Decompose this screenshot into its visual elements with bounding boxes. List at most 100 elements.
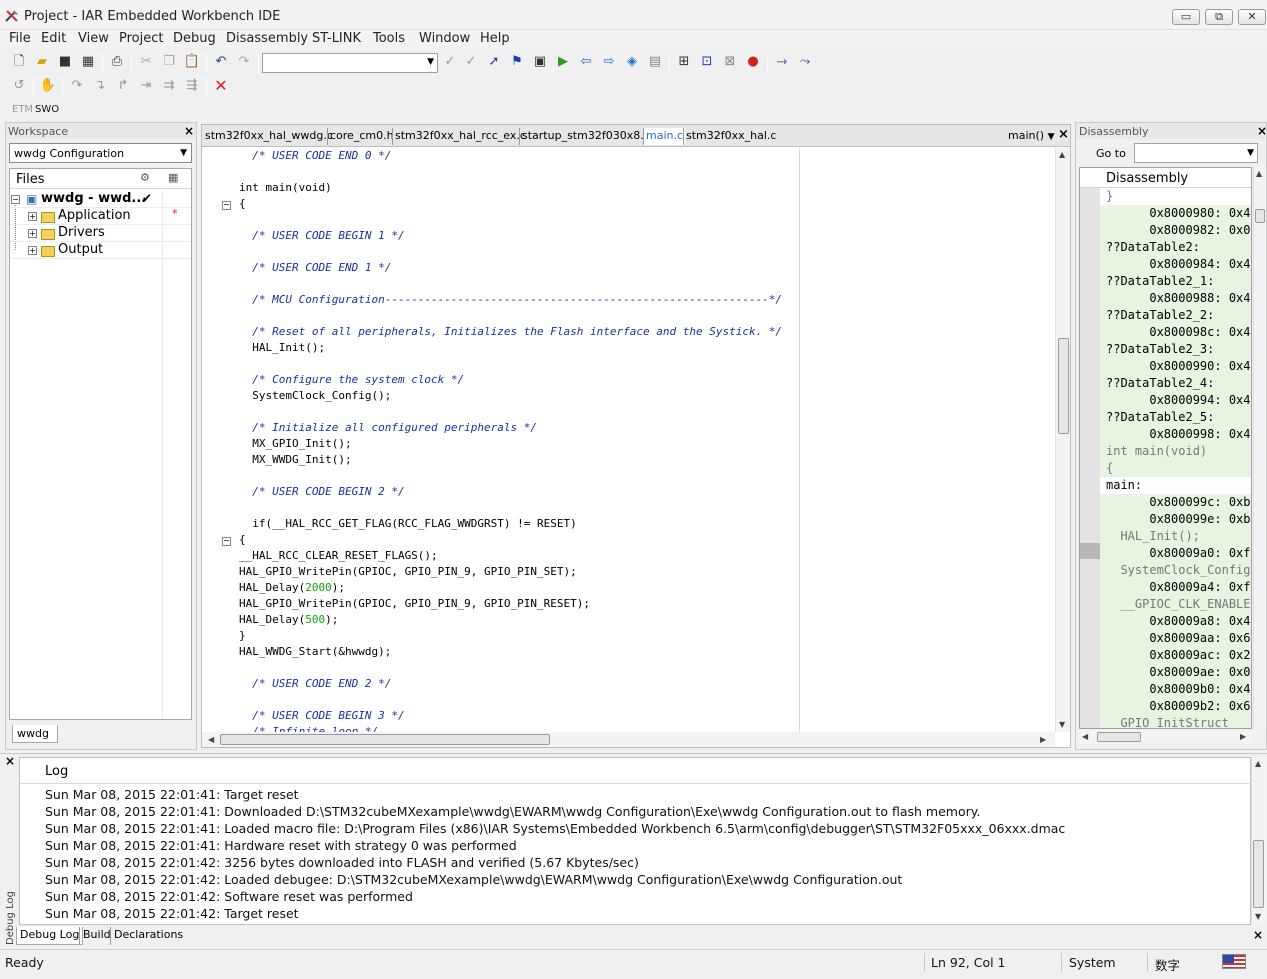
print-button[interactable]: ⎙ bbox=[107, 52, 127, 72]
tab-stm32f0xx-hal-wwdg-c[interactable]: stm32f0xx_hal_wwdg.c bbox=[203, 128, 335, 145]
menu-window[interactable]: Window bbox=[419, 31, 470, 46]
scroll-right-icon[interactable]: ▶ bbox=[1040, 735, 1046, 744]
new-file-button[interactable]: 🗋 bbox=[9, 52, 29, 72]
tab-core-cm0-h[interactable]: core_cm0.h bbox=[327, 128, 396, 145]
step-button[interactable]: ▶ bbox=[553, 52, 573, 72]
scroll-left-icon[interactable]: ◀ bbox=[1082, 732, 1088, 741]
disassembly-horizontal-scrollbar[interactable]: ◀ ▶ bbox=[1079, 730, 1252, 744]
tree-item-drivers[interactable]: + Drivers bbox=[10, 225, 191, 242]
editor-vertical-scrollbar[interactable]: ▲ ▼ bbox=[1055, 148, 1070, 732]
configuration-select[interactable]: wwdg Configuration ▼ bbox=[9, 143, 192, 163]
menu-st-link[interactable]: ST-LINK bbox=[312, 31, 361, 46]
compile-button[interactable]: ◈ bbox=[622, 52, 642, 72]
minimize-button[interactable]: ▭ bbox=[1172, 9, 1200, 25]
menu-project[interactable]: Project bbox=[119, 31, 163, 46]
tab-debug-log[interactable]: Debug Log bbox=[16, 927, 84, 945]
close-editor-tab-button[interactable]: × bbox=[1058, 127, 1069, 142]
language-flag-icon[interactable] bbox=[1222, 954, 1246, 969]
editor-horizontal-scrollbar[interactable]: ◀ ▶ bbox=[202, 732, 1055, 747]
menu-file[interactable]: File bbox=[9, 31, 31, 46]
menu-tools[interactable]: Tools bbox=[373, 31, 405, 46]
undo-button[interactable]: ↶ bbox=[211, 52, 231, 72]
settings-icon[interactable]: ⚙ bbox=[140, 171, 150, 184]
close-workspace-button[interactable]: × bbox=[184, 124, 194, 138]
go-button[interactable]: ⇶ bbox=[182, 76, 202, 96]
scroll-left-icon[interactable]: ◀ bbox=[208, 735, 214, 744]
scroll-down-icon[interactable]: ▼ bbox=[1255, 912, 1261, 921]
navigate-forward-button[interactable]: ⇨ bbox=[599, 52, 619, 72]
scroll-up-icon[interactable]: ▲ bbox=[1256, 169, 1262, 178]
debug-without-download-button[interactable]: ⤳ bbox=[795, 52, 815, 72]
code-area[interactable]: /* USER CODE END 0 */ int main(void) { /* … bbox=[202, 148, 1054, 732]
download-debug-button[interactable]: ⤑ bbox=[772, 52, 792, 72]
scroll-down-icon[interactable]: ▼ bbox=[1059, 720, 1065, 729]
find-next-button[interactable]: ✓ bbox=[461, 52, 481, 72]
tree-item-output[interactable]: + Output bbox=[10, 242, 191, 259]
menu-disassembly[interactable]: Disassembly bbox=[226, 31, 308, 46]
make-button[interactable]: ▤ bbox=[645, 52, 665, 72]
step-out-button[interactable]: ↱ bbox=[113, 76, 133, 96]
menu-edit[interactable]: Edit bbox=[41, 31, 66, 46]
cut-button[interactable]: ✂ bbox=[136, 52, 156, 72]
rebuild-button[interactable]: ⊞ bbox=[674, 52, 694, 72]
columns-icon[interactable]: ▦ bbox=[168, 171, 178, 184]
find-combo[interactable]: ▼ bbox=[262, 53, 438, 73]
disassembly-vertical-scrollbar[interactable]: ▲ bbox=[1253, 167, 1266, 729]
close-log-tabs-button[interactable]: × bbox=[1253, 928, 1263, 942]
reset-button[interactable]: ↺ bbox=[9, 76, 29, 96]
menu-view[interactable]: View bbox=[78, 31, 109, 46]
goto-input[interactable]: ▼ bbox=[1134, 143, 1258, 163]
menu-debug[interactable]: Debug bbox=[173, 31, 216, 46]
scroll-thumb[interactable] bbox=[220, 734, 550, 745]
step-over-button[interactable]: ↷ bbox=[67, 76, 87, 96]
close-window-button[interactable]: ✕ bbox=[1238, 9, 1266, 25]
redo-button[interactable]: ↷ bbox=[234, 52, 254, 72]
scroll-thumb[interactable] bbox=[1058, 338, 1069, 434]
tab-stm32f0xx-hal-c[interactable]: stm32f0xx_hal.c bbox=[683, 128, 778, 145]
scroll-up-icon[interactable]: ▲ bbox=[1255, 759, 1261, 768]
fold-toggle[interactable]: − bbox=[222, 201, 231, 210]
stop-build-button[interactable]: ⊠ bbox=[720, 52, 740, 72]
find-button[interactable]: ✓ bbox=[440, 52, 460, 72]
open-button[interactable]: ▰ bbox=[32, 52, 52, 72]
restore-button[interactable]: ⧉ bbox=[1205, 9, 1233, 25]
tab-declarations[interactable]: Declarations bbox=[110, 927, 186, 945]
close-log-button[interactable]: × bbox=[5, 754, 15, 768]
go-to-button[interactable]: ➚ bbox=[484, 52, 504, 72]
expand-icon[interactable]: + bbox=[28, 212, 37, 221]
disassembly-view[interactable]: Disassembly } 0x8000980: 0x4 0x8000982: … bbox=[1079, 167, 1252, 729]
step-into-button[interactable]: ↴ bbox=[90, 76, 110, 96]
etm-button[interactable]: ETM bbox=[12, 104, 33, 115]
tree-item-application[interactable]: + Application * bbox=[10, 207, 191, 225]
collapse-icon[interactable]: − bbox=[11, 195, 20, 204]
navigate-backward-button[interactable]: ⇦ bbox=[576, 52, 596, 72]
break-button[interactable]: ✋ bbox=[38, 76, 58, 96]
stop-debugging-button[interactable]: ✕ bbox=[211, 76, 231, 96]
menu-help[interactable]: Help bbox=[480, 31, 510, 46]
batch-build-button[interactable]: ⊡ bbox=[697, 52, 717, 72]
log-view[interactable]: Log Sun Mar 08, 2015 22:01:41: Target re… bbox=[19, 757, 1252, 925]
swo-button[interactable]: SWO bbox=[35, 104, 59, 115]
close-disassembly-button[interactable]: × bbox=[1257, 124, 1267, 138]
scroll-right-icon[interactable]: ▶ bbox=[1240, 732, 1246, 741]
expand-icon[interactable]: + bbox=[28, 246, 37, 255]
next-statement-button[interactable]: ⇥ bbox=[136, 76, 156, 96]
function-dropdown[interactable]: main() ▼ bbox=[1006, 128, 1057, 145]
save-button[interactable]: ■ bbox=[55, 52, 75, 72]
tab-stm32f0xx-hal-rcc-ex-c[interactable]: stm32f0xx_hal_rcc_ex.c bbox=[392, 128, 528, 145]
tab-startup-stm32f030x8-s[interactable]: startup_stm32f030x8.s bbox=[519, 128, 651, 145]
scroll-up-icon[interactable]: ▲ bbox=[1059, 150, 1065, 159]
run-to-cursor-button[interactable]: ⇉ bbox=[159, 76, 179, 96]
tab-main-c[interactable]: main.c bbox=[643, 128, 686, 145]
workspace-tab-wwdg[interactable]: wwdg bbox=[12, 725, 58, 743]
scroll-thumb[interactable] bbox=[1255, 209, 1265, 223]
paste-button[interactable]: 📋 bbox=[182, 52, 202, 72]
toggle-breakpoint-button[interactable]: ● bbox=[743, 52, 763, 72]
tab-build[interactable]: Build bbox=[79, 927, 114, 945]
navigate-button[interactable]: ▣ bbox=[530, 52, 550, 72]
log-vertical-scrollbar[interactable]: ▲ ▼ bbox=[1251, 757, 1265, 925]
save-all-button[interactable]: ▦ bbox=[78, 52, 98, 72]
copy-button[interactable]: ❐ bbox=[159, 52, 179, 72]
expand-icon[interactable]: + bbox=[28, 229, 37, 238]
fold-toggle[interactable]: − bbox=[222, 537, 231, 546]
